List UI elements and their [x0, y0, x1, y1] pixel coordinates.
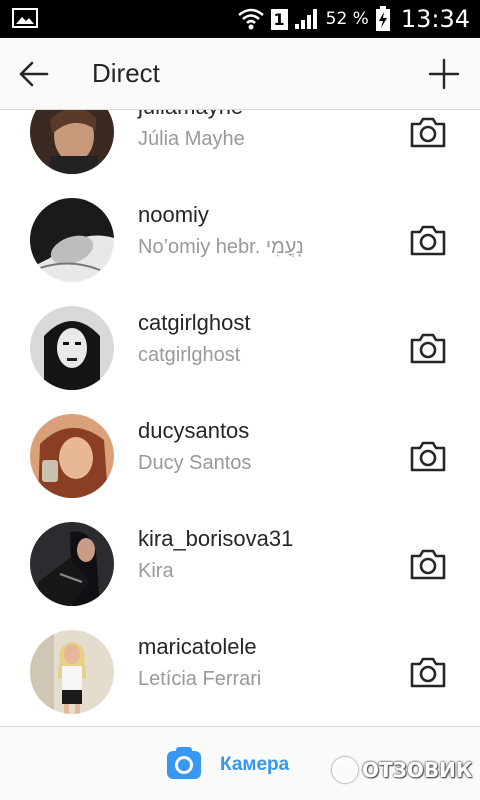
camera-icon[interactable] [408, 652, 448, 692]
contact-full-name: Letícia Ferrari [138, 668, 262, 690]
avatar[interactable] [30, 522, 114, 606]
contact-username: ducysantos [138, 418, 250, 443]
contact-username: catgirlghost [138, 310, 251, 335]
app-header: Direct [0, 38, 480, 110]
clock: 13:34 [400, 5, 470, 33]
battery-percent: 52 % [325, 9, 369, 29]
plus-icon[interactable] [428, 58, 460, 90]
camera-icon[interactable] [408, 436, 448, 476]
avatar[interactable] [30, 110, 114, 174]
contact-full-name: Kira [138, 560, 174, 582]
contact-username: juliamayhe [138, 110, 243, 120]
contact-username: noomiy [138, 202, 209, 227]
signal-icon [294, 9, 317, 29]
avatar[interactable] [30, 306, 114, 390]
camera-button[interactable]: Камера [220, 754, 289, 776]
list-item[interactable]: noomiy No’omiy hebr. נָעֳמִי [0, 186, 480, 294]
wifi-icon [237, 8, 264, 30]
camera-icon[interactable] [408, 220, 448, 260]
status-indicators: 1 52 % 13:34 [237, 0, 470, 38]
gallery-notification-icon [12, 8, 38, 28]
list-item[interactable]: ducysantos Ducy Santos [0, 402, 480, 510]
contact-full-name: catgirlghost [138, 344, 241, 366]
watermark-text: ОТЗОВИК [362, 758, 473, 782]
avatar[interactable] [30, 414, 114, 498]
watermark-logo-icon [332, 757, 358, 783]
contact-full-name: Ducy Santos [138, 452, 252, 474]
page-title: Direct [92, 58, 160, 88]
battery-charging-icon [375, 6, 390, 31]
camera-button-icon[interactable] [166, 746, 202, 782]
contact-username: maricatolele [138, 634, 257, 659]
list-item[interactable]: kira_borisova31 Kira [0, 510, 480, 618]
watermark: ОТЗОВИК [332, 755, 472, 785]
camera-icon[interactable] [408, 544, 448, 584]
list-item[interactable]: maricatolele Letícia Ferrari [0, 618, 480, 726]
contact-full-name: Júlia Mayhe [138, 128, 245, 150]
status-bar: 1 52 % 13:34 [0, 0, 480, 38]
contact-list[interactable]: juliamayhe Júlia Mayhe noomiy No’omiy he… [0, 110, 480, 726]
list-item[interactable]: catgirlghost catgirlghost [0, 294, 480, 402]
list-item[interactable]: juliamayhe Júlia Mayhe [0, 110, 480, 186]
bottom-bar: Камера ОТЗОВИК [0, 726, 480, 800]
contact-full-name: No’omiy hebr. נָעֳמִי [138, 236, 304, 258]
avatar[interactable] [30, 630, 114, 714]
contact-username: kira_borisova31 [138, 526, 294, 551]
camera-icon[interactable] [408, 112, 448, 152]
avatar[interactable] [30, 198, 114, 282]
arrow-left-icon[interactable] [18, 60, 50, 88]
camera-icon[interactable] [408, 328, 448, 368]
sim-slot-badge: 1 [270, 8, 288, 30]
